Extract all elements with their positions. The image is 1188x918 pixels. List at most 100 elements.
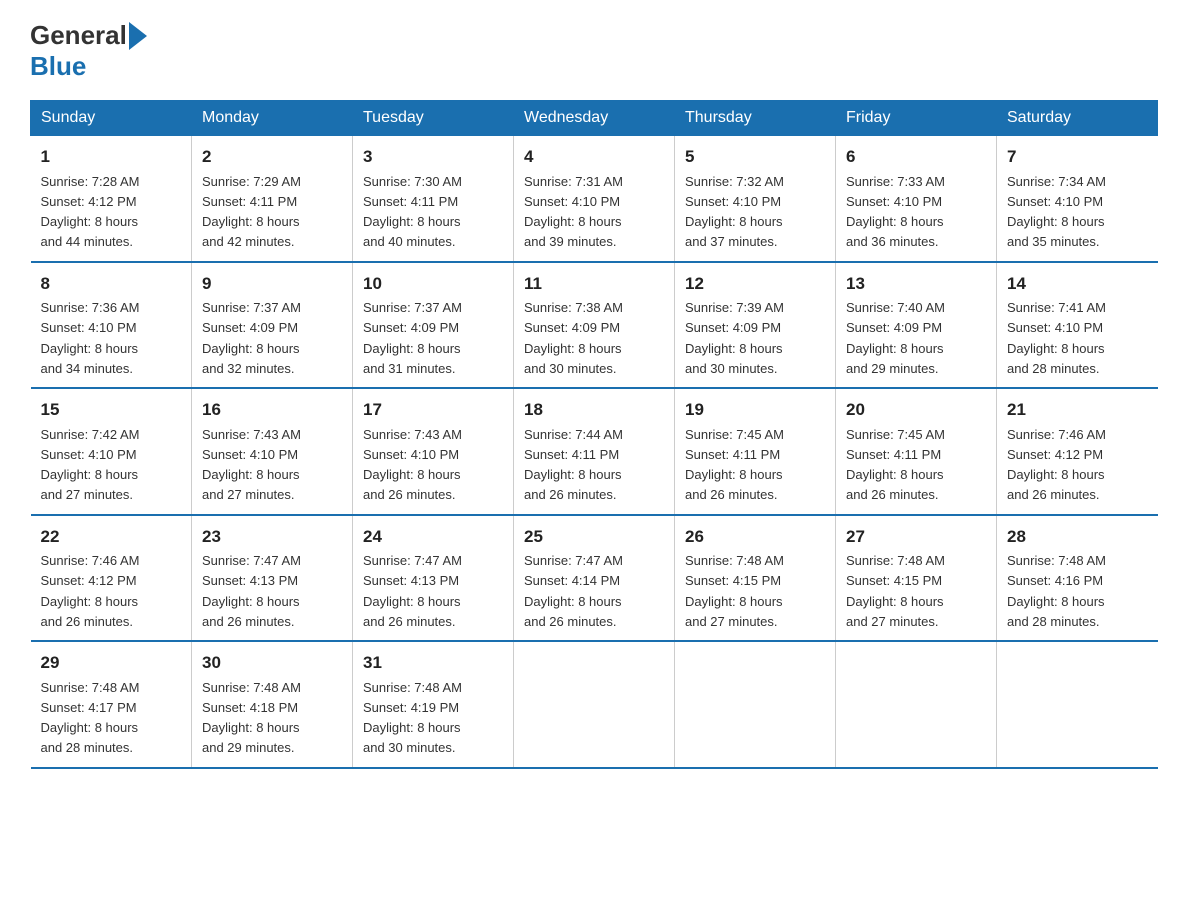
- calendar-cell: 3 Sunrise: 7:30 AMSunset: 4:11 PMDayligh…: [353, 136, 514, 262]
- day-info: Sunrise: 7:37 AMSunset: 4:09 PMDaylight:…: [363, 300, 462, 376]
- logo-general-text: General: [30, 20, 127, 51]
- day-number: 10: [363, 271, 503, 297]
- day-info: Sunrise: 7:42 AMSunset: 4:10 PMDaylight:…: [41, 427, 140, 503]
- calendar-cell: 6 Sunrise: 7:33 AMSunset: 4:10 PMDayligh…: [836, 136, 997, 262]
- header-tuesday: Tuesday: [353, 101, 514, 136]
- day-number: 28: [1007, 524, 1148, 550]
- day-number: 4: [524, 144, 664, 170]
- calendar-cell: 8 Sunrise: 7:36 AMSunset: 4:10 PMDayligh…: [31, 262, 192, 389]
- day-number: 18: [524, 397, 664, 423]
- day-info: Sunrise: 7:43 AMSunset: 4:10 PMDaylight:…: [202, 427, 301, 503]
- day-info: Sunrise: 7:48 AMSunset: 4:19 PMDaylight:…: [363, 680, 462, 756]
- logo-blue-text: Blue: [30, 51, 86, 82]
- day-info: Sunrise: 7:41 AMSunset: 4:10 PMDaylight:…: [1007, 300, 1106, 376]
- day-info: Sunrise: 7:47 AMSunset: 4:13 PMDaylight:…: [363, 553, 462, 629]
- day-number: 20: [846, 397, 986, 423]
- day-number: 27: [846, 524, 986, 550]
- calendar-cell: 16 Sunrise: 7:43 AMSunset: 4:10 PMDaylig…: [192, 388, 353, 515]
- calendar-cell: 7 Sunrise: 7:34 AMSunset: 4:10 PMDayligh…: [997, 136, 1158, 262]
- day-info: Sunrise: 7:40 AMSunset: 4:09 PMDaylight:…: [846, 300, 945, 376]
- day-info: Sunrise: 7:30 AMSunset: 4:11 PMDaylight:…: [363, 174, 462, 250]
- calendar-week-row: 22 Sunrise: 7:46 AMSunset: 4:12 PMDaylig…: [31, 515, 1158, 642]
- calendar-week-row: 8 Sunrise: 7:36 AMSunset: 4:10 PMDayligh…: [31, 262, 1158, 389]
- day-number: 3: [363, 144, 503, 170]
- day-number: 26: [685, 524, 825, 550]
- day-number: 24: [363, 524, 503, 550]
- header-saturday: Saturday: [997, 101, 1158, 136]
- day-info: Sunrise: 7:46 AMSunset: 4:12 PMDaylight:…: [1007, 427, 1106, 503]
- day-info: Sunrise: 7:32 AMSunset: 4:10 PMDaylight:…: [685, 174, 784, 250]
- day-info: Sunrise: 7:45 AMSunset: 4:11 PMDaylight:…: [685, 427, 784, 503]
- calendar-cell: 26 Sunrise: 7:48 AMSunset: 4:15 PMDaylig…: [675, 515, 836, 642]
- day-number: 16: [202, 397, 342, 423]
- day-info: Sunrise: 7:44 AMSunset: 4:11 PMDaylight:…: [524, 427, 623, 503]
- day-number: 5: [685, 144, 825, 170]
- calendar-cell: 28 Sunrise: 7:48 AMSunset: 4:16 PMDaylig…: [997, 515, 1158, 642]
- calendar-cell: 15 Sunrise: 7:42 AMSunset: 4:10 PMDaylig…: [31, 388, 192, 515]
- calendar-cell: 13 Sunrise: 7:40 AMSunset: 4:09 PMDaylig…: [836, 262, 997, 389]
- day-number: 7: [1007, 144, 1148, 170]
- day-number: 12: [685, 271, 825, 297]
- calendar-cell: [997, 641, 1158, 768]
- header-sunday: Sunday: [31, 101, 192, 136]
- day-info: Sunrise: 7:31 AMSunset: 4:10 PMDaylight:…: [524, 174, 623, 250]
- header-thursday: Thursday: [675, 101, 836, 136]
- day-number: 14: [1007, 271, 1148, 297]
- day-number: 19: [685, 397, 825, 423]
- day-number: 22: [41, 524, 182, 550]
- calendar-cell: 23 Sunrise: 7:47 AMSunset: 4:13 PMDaylig…: [192, 515, 353, 642]
- calendar-cell: 24 Sunrise: 7:47 AMSunset: 4:13 PMDaylig…: [353, 515, 514, 642]
- calendar-week-row: 15 Sunrise: 7:42 AMSunset: 4:10 PMDaylig…: [31, 388, 1158, 515]
- calendar-cell: 9 Sunrise: 7:37 AMSunset: 4:09 PMDayligh…: [192, 262, 353, 389]
- calendar-cell: 19 Sunrise: 7:45 AMSunset: 4:11 PMDaylig…: [675, 388, 836, 515]
- day-info: Sunrise: 7:48 AMSunset: 4:16 PMDaylight:…: [1007, 553, 1106, 629]
- header-monday: Monday: [192, 101, 353, 136]
- calendar-cell: [836, 641, 997, 768]
- calendar-cell: 12 Sunrise: 7:39 AMSunset: 4:09 PMDaylig…: [675, 262, 836, 389]
- day-info: Sunrise: 7:46 AMSunset: 4:12 PMDaylight:…: [41, 553, 140, 629]
- day-info: Sunrise: 7:29 AMSunset: 4:11 PMDaylight:…: [202, 174, 301, 250]
- calendar-week-row: 1 Sunrise: 7:28 AMSunset: 4:12 PMDayligh…: [31, 136, 1158, 262]
- day-number: 25: [524, 524, 664, 550]
- calendar-cell: 14 Sunrise: 7:41 AMSunset: 4:10 PMDaylig…: [997, 262, 1158, 389]
- header-friday: Friday: [836, 101, 997, 136]
- header-wednesday: Wednesday: [514, 101, 675, 136]
- calendar-cell: 20 Sunrise: 7:45 AMSunset: 4:11 PMDaylig…: [836, 388, 997, 515]
- day-info: Sunrise: 7:28 AMSunset: 4:12 PMDaylight:…: [41, 174, 140, 250]
- calendar-cell: 30 Sunrise: 7:48 AMSunset: 4:18 PMDaylig…: [192, 641, 353, 768]
- day-number: 8: [41, 271, 182, 297]
- day-info: Sunrise: 7:36 AMSunset: 4:10 PMDaylight:…: [41, 300, 140, 376]
- day-info: Sunrise: 7:47 AMSunset: 4:13 PMDaylight:…: [202, 553, 301, 629]
- day-info: Sunrise: 7:48 AMSunset: 4:18 PMDaylight:…: [202, 680, 301, 756]
- calendar-cell: 29 Sunrise: 7:48 AMSunset: 4:17 PMDaylig…: [31, 641, 192, 768]
- calendar-cell: [675, 641, 836, 768]
- day-info: Sunrise: 7:37 AMSunset: 4:09 PMDaylight:…: [202, 300, 301, 376]
- day-info: Sunrise: 7:34 AMSunset: 4:10 PMDaylight:…: [1007, 174, 1106, 250]
- calendar-cell: 31 Sunrise: 7:48 AMSunset: 4:19 PMDaylig…: [353, 641, 514, 768]
- calendar-cell: 10 Sunrise: 7:37 AMSunset: 4:09 PMDaylig…: [353, 262, 514, 389]
- calendar-cell: 25 Sunrise: 7:47 AMSunset: 4:14 PMDaylig…: [514, 515, 675, 642]
- logo-arrow-icon: [129, 22, 147, 50]
- day-info: Sunrise: 7:45 AMSunset: 4:11 PMDaylight:…: [846, 427, 945, 503]
- calendar-cell: 17 Sunrise: 7:43 AMSunset: 4:10 PMDaylig…: [353, 388, 514, 515]
- calendar-cell: 5 Sunrise: 7:32 AMSunset: 4:10 PMDayligh…: [675, 136, 836, 262]
- calendar-header-row: SundayMondayTuesdayWednesdayThursdayFrid…: [31, 101, 1158, 136]
- calendar-cell: 2 Sunrise: 7:29 AMSunset: 4:11 PMDayligh…: [192, 136, 353, 262]
- day-number: 23: [202, 524, 342, 550]
- calendar-cell: 27 Sunrise: 7:48 AMSunset: 4:15 PMDaylig…: [836, 515, 997, 642]
- day-number: 21: [1007, 397, 1148, 423]
- day-info: Sunrise: 7:47 AMSunset: 4:14 PMDaylight:…: [524, 553, 623, 629]
- calendar-cell: 21 Sunrise: 7:46 AMSunset: 4:12 PMDaylig…: [997, 388, 1158, 515]
- day-number: 31: [363, 650, 503, 676]
- day-info: Sunrise: 7:43 AMSunset: 4:10 PMDaylight:…: [363, 427, 462, 503]
- calendar-cell: 22 Sunrise: 7:46 AMSunset: 4:12 PMDaylig…: [31, 515, 192, 642]
- day-number: 17: [363, 397, 503, 423]
- day-number: 9: [202, 271, 342, 297]
- day-number: 13: [846, 271, 986, 297]
- day-number: 6: [846, 144, 986, 170]
- day-info: Sunrise: 7:48 AMSunset: 4:15 PMDaylight:…: [685, 553, 784, 629]
- calendar-week-row: 29 Sunrise: 7:48 AMSunset: 4:17 PMDaylig…: [31, 641, 1158, 768]
- day-info: Sunrise: 7:33 AMSunset: 4:10 PMDaylight:…: [846, 174, 945, 250]
- page-header: General Blue: [30, 20, 1158, 82]
- day-number: 15: [41, 397, 182, 423]
